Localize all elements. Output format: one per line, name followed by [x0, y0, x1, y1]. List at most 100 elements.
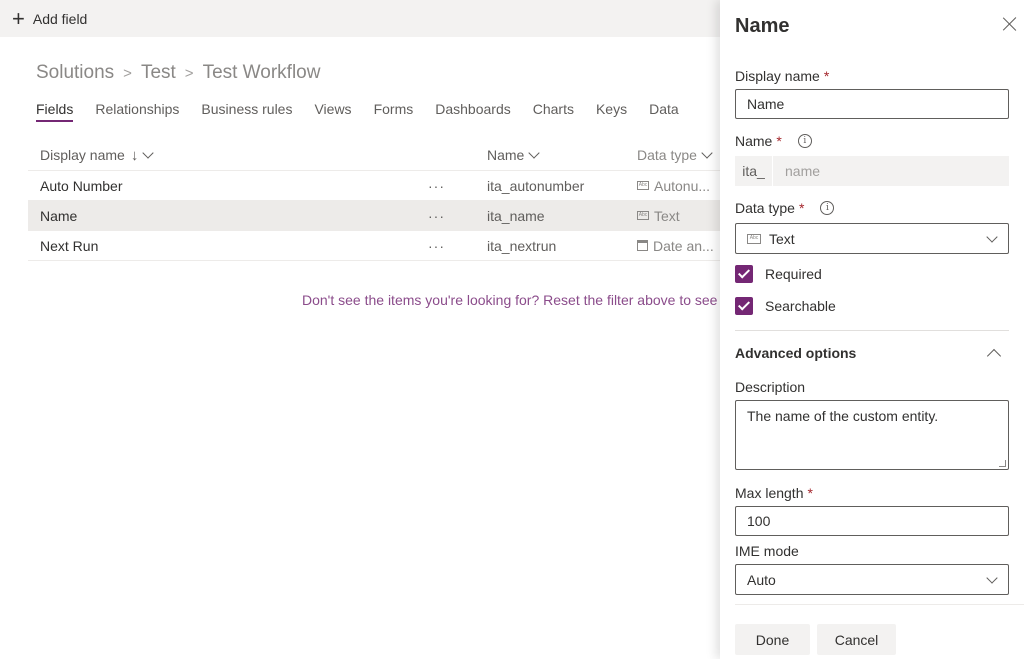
tab-dashboards[interactable]: Dashboards: [435, 101, 511, 121]
row-data-type-label: Autonu...: [654, 177, 711, 194]
sort-descending-icon: ↓: [130, 146, 139, 164]
close-icon[interactable]: [1002, 16, 1018, 32]
description-field[interactable]: The name of the custom entity.: [735, 400, 1009, 470]
fields-grid: Display name ↓ Name Data type Auto Numbe…: [28, 140, 720, 261]
footer-divider: [735, 604, 1024, 605]
chevron-down-icon: [701, 147, 713, 159]
chevron-down-icon: [986, 231, 998, 243]
breadcrumb-test[interactable]: Test: [141, 62, 176, 84]
required-checkbox-label: Required: [765, 266, 822, 282]
row-data-type-label: Date an...: [653, 237, 714, 254]
command-bar: + Add field: [0, 0, 720, 37]
advanced-options-label: Advanced options: [735, 345, 857, 361]
tab-data[interactable]: Data: [649, 101, 679, 121]
name-label: Name * i: [735, 133, 812, 149]
plus-icon: +: [12, 6, 25, 31]
field-properties-pane: Name Display name * Name Name * i ita_ n…: [720, 0, 1024, 659]
row-name: ita_nextrun: [487, 237, 557, 254]
label-text: Display name: [735, 68, 820, 84]
breadcrumb-test-workflow: Test Workflow: [202, 62, 321, 83]
ime-mode-dropdown[interactable]: Auto: [735, 564, 1009, 595]
data-type-dropdown[interactable]: Abc Text: [735, 223, 1009, 254]
display-name-field[interactable]: Name: [735, 89, 1009, 119]
more-options-icon[interactable]: ···: [428, 208, 487, 224]
row-name: ita_name: [487, 207, 545, 224]
calendar-icon: [637, 240, 648, 251]
row-data-type: Abc Text: [637, 208, 720, 224]
label-text: Name: [735, 133, 773, 149]
data-type-label: Data type * i: [735, 200, 835, 216]
row-data-type: Abc Autonu...: [637, 178, 720, 194]
table-row[interactable]: Next Run ··· ita_nextrun Date an...: [28, 231, 720, 261]
max-length-field[interactable]: 100: [735, 506, 1009, 536]
row-display-name: Auto Number: [40, 177, 123, 194]
breadcrumb-solutions[interactable]: Solutions: [36, 62, 114, 84]
max-length-label: Max length *: [735, 485, 813, 501]
required-marker: *: [798, 200, 805, 216]
text-field-icon: Abc: [637, 211, 649, 220]
required-marker: *: [807, 485, 813, 501]
section-divider: [735, 330, 1009, 331]
pane-title: Name: [735, 15, 790, 37]
advanced-options-toggle[interactable]: Advanced options: [735, 342, 1009, 364]
table-row[interactable]: Name ··· ita_name Abc Text: [28, 201, 720, 231]
done-button[interactable]: Done: [735, 624, 810, 655]
reset-filter-link[interactable]: Don't see the items you're looking for? …: [302, 292, 720, 308]
required-marker: *: [823, 68, 830, 84]
publisher-prefix: ita_: [735, 156, 773, 186]
column-header-label: Name: [487, 147, 525, 163]
required-checkbox[interactable]: Required: [735, 265, 822, 283]
chevron-down-icon: [528, 147, 541, 159]
display-name-label: Display name *: [735, 68, 829, 84]
chevron-down-icon: [142, 147, 154, 159]
row-name: ita_autonumber: [487, 177, 585, 194]
label-text: Data type: [735, 200, 795, 216]
row-display-name: Name: [40, 207, 78, 224]
required-marker: *: [776, 133, 782, 149]
data-type-value: Text: [769, 230, 795, 247]
checkmark-icon: [735, 265, 753, 283]
label-text: Max length: [735, 485, 804, 501]
tab-forms[interactable]: Forms: [374, 101, 414, 121]
ime-mode-label: IME mode: [735, 543, 799, 559]
resize-handle-icon[interactable]: [999, 460, 1006, 467]
description-label: Description: [735, 379, 806, 395]
column-header-display-name[interactable]: Display name ↓: [28, 147, 428, 164]
tab-business-rules[interactable]: Business rules: [201, 101, 292, 121]
row-data-type: Date an...: [637, 238, 720, 254]
add-field-label: Add field: [32, 11, 88, 27]
column-header-name[interactable]: Name: [487, 147, 637, 163]
entity-tabs: Fields Relationships Business rules View…: [36, 101, 701, 122]
text-field-icon: Abc: [637, 181, 649, 190]
more-options-icon[interactable]: ···: [428, 178, 487, 194]
row-data-type-label: Text: [654, 207, 680, 224]
chevron-right-icon: >: [184, 64, 194, 82]
tab-views[interactable]: Views: [314, 101, 351, 121]
info-icon[interactable]: i: [820, 201, 835, 215]
text-field-icon: Abc: [747, 233, 761, 244]
checkmark-icon: [735, 297, 753, 315]
add-field-button[interactable]: + Add field: [12, 8, 87, 30]
grid-header: Display name ↓ Name Data type: [28, 140, 720, 171]
searchable-checkbox-label: Searchable: [765, 298, 836, 314]
column-header-data-type[interactable]: Data type: [637, 147, 720, 163]
row-display-name: Next Run: [40, 237, 99, 254]
tab-charts[interactable]: Charts: [533, 101, 574, 121]
cancel-button[interactable]: Cancel: [817, 624, 896, 655]
description-text: The name of the custom entity.: [747, 408, 939, 424]
searchable-checkbox[interactable]: Searchable: [735, 297, 836, 315]
tab-keys[interactable]: Keys: [596, 101, 627, 121]
column-header-label: Data type: [637, 147, 697, 163]
chevron-right-icon: >: [123, 64, 132, 82]
more-options-icon[interactable]: ···: [428, 238, 487, 254]
tab-fields[interactable]: Fields: [36, 101, 74, 122]
name-input[interactable]: name: [773, 156, 1009, 186]
info-icon[interactable]: i: [797, 134, 812, 148]
breadcrumb: Solutions > Test > Test Workflow: [36, 62, 320, 84]
chevron-up-icon: [986, 348, 1002, 364]
name-field: ita_ name: [735, 156, 1009, 186]
table-row[interactable]: Auto Number ··· ita_autonumber Abc Auton…: [28, 171, 720, 201]
tab-relationships[interactable]: Relationships: [95, 101, 179, 121]
column-header-label: Display name: [40, 147, 125, 163]
chevron-down-icon: [986, 572, 998, 584]
